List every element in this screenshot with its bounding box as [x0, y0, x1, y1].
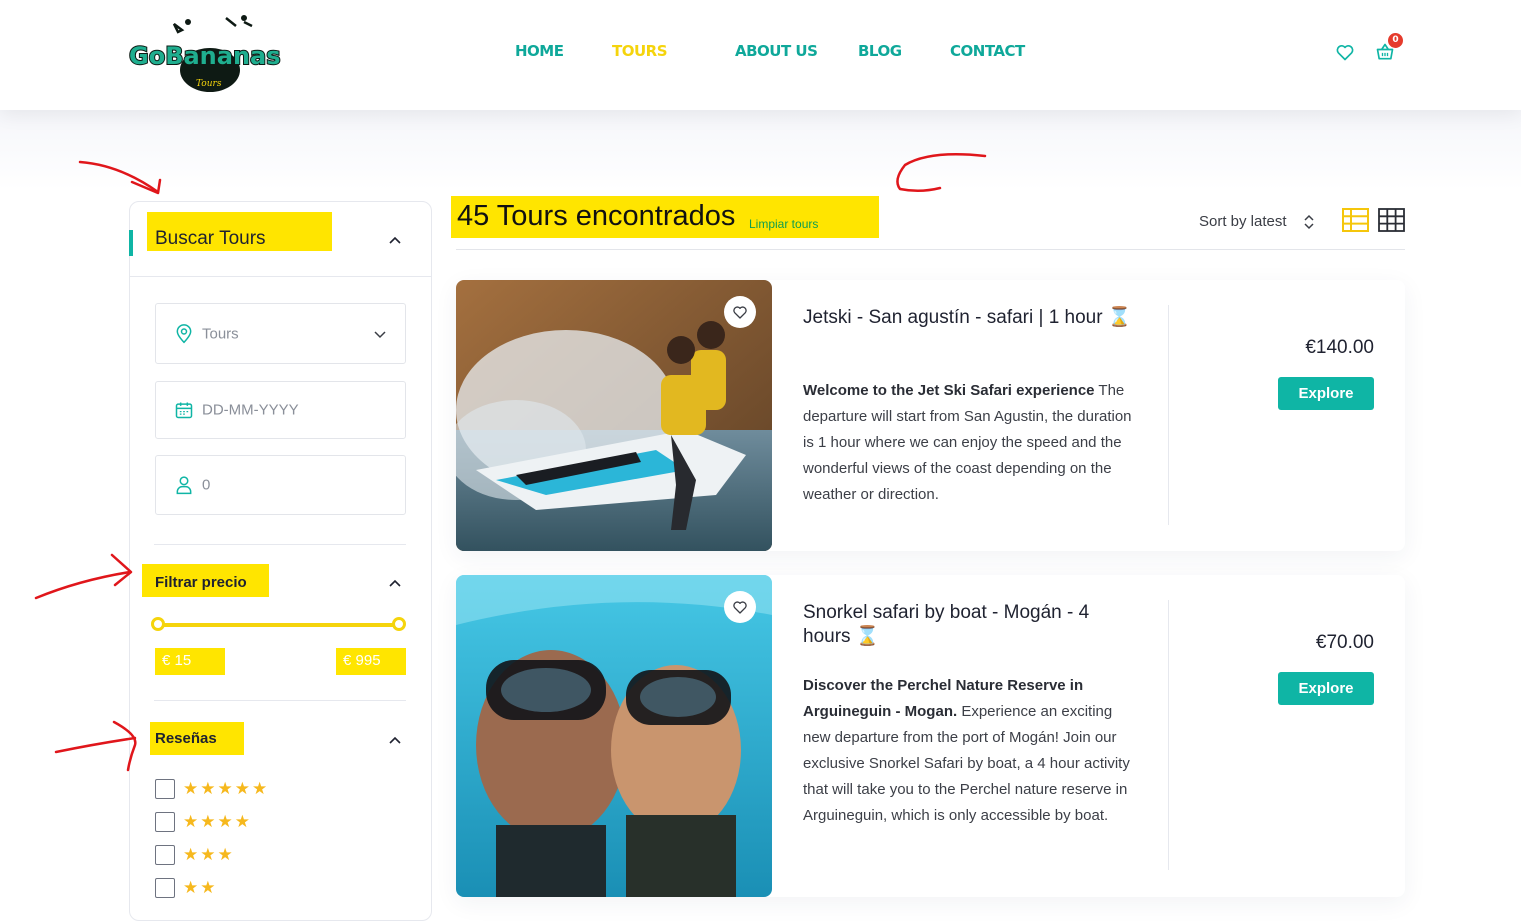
- nav-about-us[interactable]: ABOUT US: [735, 42, 818, 60]
- filter-sidebar: Buscar Tours Tours DD-MM-YYYY 0 Filtrar …: [129, 201, 432, 921]
- star-rating: ★★: [183, 878, 218, 898]
- logo-graphic: GoBananas Tours: [128, 15, 282, 92]
- price-slider-track[interactable]: [158, 623, 399, 627]
- user-icon: [176, 476, 192, 495]
- heart-icon: [733, 306, 747, 319]
- results-count-title: 45 Tours encontrados: [457, 200, 736, 232]
- svg-text:GoBananas: GoBananas: [129, 42, 281, 70]
- site-header: GoBananas Tours HOME TOURS ABOUT US BLOG…: [0, 0, 1521, 110]
- date-placeholder: DD-MM-YYYY: [202, 401, 299, 419]
- reviews-title: Reseñas: [155, 730, 217, 747]
- nav-tours[interactable]: TOURS: [612, 42, 668, 60]
- favorite-button[interactable]: [724, 296, 756, 328]
- chevron-up-icon[interactable]: [388, 576, 402, 590]
- location-pin-icon: [176, 323, 192, 343]
- price-filter-title: Filtrar precio: [155, 574, 247, 591]
- checkbox[interactable]: [155, 845, 175, 865]
- tour-card: Snorkel safari by boat - Mogán - 4 hours…: [456, 575, 1405, 897]
- tour-image-jetski[interactable]: [456, 280, 772, 551]
- nav-contact[interactable]: CONTACT: [950, 42, 1025, 60]
- divider: [1168, 305, 1169, 525]
- star-rating: ★★★★★: [183, 779, 270, 799]
- gobananas-logo[interactable]: GoBananas Tours: [126, 12, 288, 96]
- tour-image-snorkel[interactable]: [456, 575, 772, 897]
- star-rating: ★★★: [183, 845, 235, 865]
- calendar-icon: [175, 402, 193, 419]
- divider: [456, 249, 1405, 250]
- price-slider-min-handle[interactable]: [151, 617, 165, 631]
- nav-home[interactable]: HOME: [515, 42, 564, 60]
- divider: [154, 700, 406, 701]
- favorite-button[interactable]: [724, 591, 756, 623]
- divider: [1168, 600, 1169, 870]
- checkbox[interactable]: [155, 812, 175, 832]
- annotation-arrow: [54, 736, 137, 754]
- clear-tours-link[interactable]: Limpiar tours: [749, 217, 818, 231]
- page-background: [0, 110, 1521, 190]
- sort-dropdown[interactable]: Sort by latest: [1199, 213, 1287, 230]
- tour-select-value: Tours: [202, 325, 239, 342]
- explore-button[interactable]: Explore: [1278, 672, 1374, 705]
- tour-description: Welcome to the Jet Ski Safari experience…: [803, 378, 1143, 508]
- heart-icon: [733, 601, 747, 614]
- divider: [130, 276, 431, 277]
- tour-description: Discover the Perchel Nature Reserve in A…: [803, 673, 1143, 829]
- sort-arrows-icon[interactable]: [1303, 214, 1315, 230]
- cart-count-badge: 0: [1388, 33, 1403, 48]
- guests-value: 0: [202, 476, 211, 494]
- tour-select[interactable]: Tours: [155, 303, 406, 364]
- checkbox[interactable]: [155, 779, 175, 799]
- heart-icon[interactable]: [1335, 42, 1355, 62]
- list-view-icon[interactable]: [1342, 208, 1369, 232]
- tour-price: €70.00: [1315, 632, 1374, 653]
- tour-card: Jetski - San agustín - safari | 1 hour ⌛…: [456, 280, 1405, 551]
- chevron-down-icon: [374, 330, 386, 338]
- checkbox[interactable]: [155, 878, 175, 898]
- price-max-box[interactable]: € 995: [336, 648, 406, 675]
- tour-description-lead: Welcome to the Jet Ski Safari experience: [803, 382, 1095, 399]
- divider: [154, 544, 406, 545]
- nav-blog[interactable]: BLOG: [858, 42, 902, 60]
- annotation-arrow: [34, 570, 132, 600]
- price-slider-max-handle[interactable]: [392, 617, 406, 631]
- tour-description-body: Experience an exciting new departure fro…: [803, 703, 1130, 824]
- tour-title[interactable]: Snorkel safari by boat - Mogán - 4 hours…: [803, 601, 1123, 649]
- svg-text:Tours: Tours: [196, 79, 222, 89]
- tour-price: €140.00: [1305, 337, 1374, 358]
- tour-description-body: The departure will start from San Agusti…: [803, 382, 1132, 503]
- section-accent-bar: [129, 230, 133, 256]
- chevron-up-icon[interactable]: [388, 733, 402, 747]
- price-min-box[interactable]: € 15: [155, 648, 225, 675]
- explore-button[interactable]: Explore: [1278, 377, 1374, 410]
- chevron-up-icon[interactable]: [388, 233, 402, 247]
- search-tours-title: Buscar Tours: [155, 228, 266, 249]
- tour-title[interactable]: Jetski - San agustín - safari | 1 hour ⌛: [803, 306, 1143, 330]
- grid-view-icon[interactable]: [1378, 208, 1405, 232]
- date-field[interactable]: DD-MM-YYYY: [155, 381, 406, 439]
- guests-field[interactable]: 0: [155, 455, 406, 515]
- star-rating: ★★★★: [183, 812, 252, 832]
